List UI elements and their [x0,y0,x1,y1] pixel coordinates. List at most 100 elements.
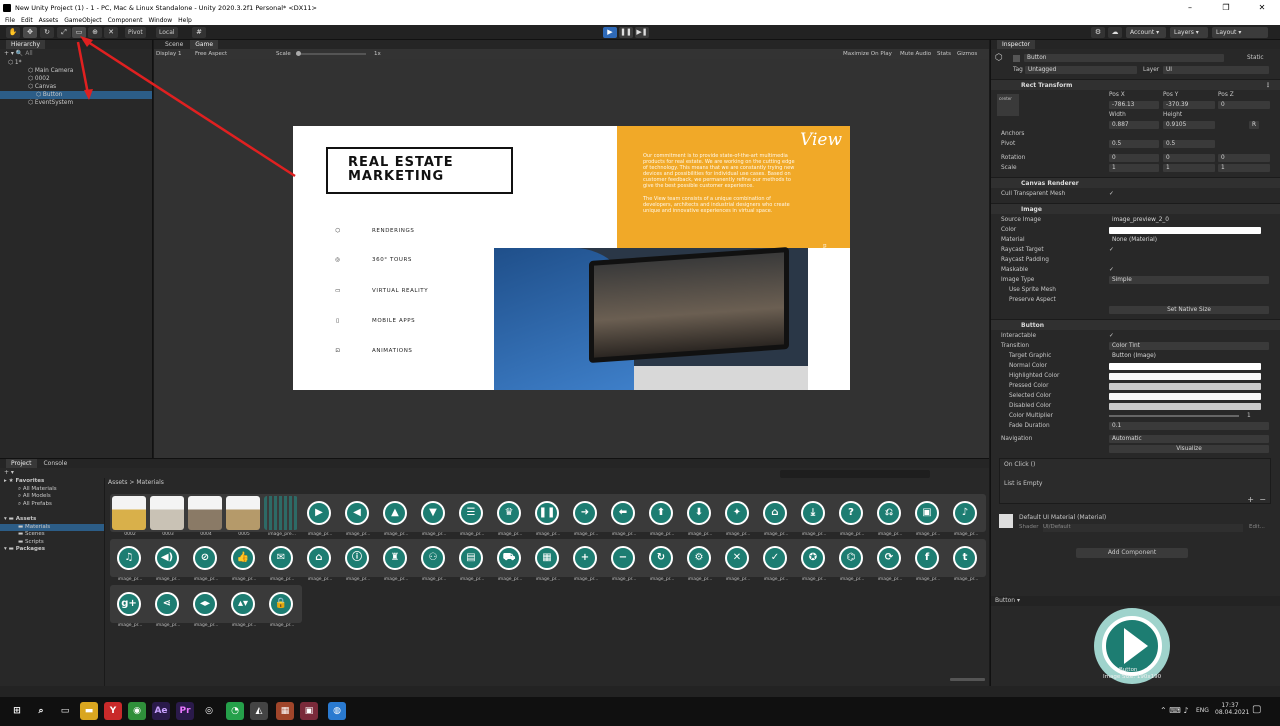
fade-field[interactable]: 0.1 [1109,422,1269,430]
tray-icons[interactable]: ⌃ ⌨ ♪ [1160,706,1188,715]
asset-item[interactable]: ♜ image_pr... [378,541,414,589]
image-component-header[interactable]: Image [991,203,1280,214]
asset-item[interactable]: ▦ image_pr... [530,541,566,589]
asset-item[interactable]: ◂▸ image_pr... [188,587,224,635]
visualize-button[interactable]: Visualize [1109,445,1269,453]
yandex-browser-icon[interactable]: Y [104,702,122,720]
scale-z-field[interactable]: 1 [1218,164,1270,172]
asset-item[interactable]: ⌂ image_pr... [758,496,794,544]
project-tree-item[interactable]: ⌕ All Prefabs [0,501,104,509]
asset-item[interactable]: ? image_pr... [834,496,870,544]
asset-item[interactable]: ⚙ image_pr... [682,541,718,589]
rotation-y-field[interactable]: 0 [1163,154,1215,162]
asset-item[interactable]: 0002 [112,496,148,544]
asset-item[interactable]: ✕ image_pr... [720,541,756,589]
tag-dropdown[interactable]: Untagged [1025,66,1137,74]
pressed-color-swatch[interactable] [1109,383,1261,390]
asset-item[interactable]: ▲ image_pr... [378,496,414,544]
asset-item[interactable]: ✦ image_pr... [720,496,756,544]
scale-x-field[interactable]: 1 [1109,164,1159,172]
asset-item[interactable]: ⌂ image_pr... [302,541,338,589]
shader-dropdown[interactable]: UI/Default [1043,524,1243,532]
asset-item[interactable]: 🔒 image_pr... [264,587,300,635]
asset-item[interactable]: ⬆ image_pr... [644,496,680,544]
button-component-header[interactable]: Button [991,319,1280,330]
project-tree-item[interactable]: ▸ ★ Favorites [0,478,104,486]
asset-item[interactable]: 0003 [150,496,186,544]
asset-item[interactable]: + image_pr... [568,541,604,589]
highlighted-color-swatch[interactable] [1109,373,1261,380]
asset-item[interactable]: image_pre... [264,496,300,544]
start-button-icon[interactable]: ⊞ [8,702,26,720]
shader-edit-button[interactable]: Edit... [1249,524,1265,530]
multiplier-value[interactable]: 1 [1247,411,1251,421]
obs-icon[interactable]: ◎ [200,702,218,720]
target-graphic-field[interactable]: Button (Image) [1109,352,1259,360]
app-icon[interactable]: ▦ [276,702,294,720]
asset-item[interactable]: g+ image_pr... [112,587,148,635]
asset-item[interactable]: ▣ image_pr... [910,496,946,544]
asset-item[interactable]: − image_pr... [606,541,642,589]
remove-event-button[interactable]: − [1259,495,1266,504]
project-tree-item[interactable]: ⌕ All Materials [0,486,104,494]
layer-dropdown[interactable]: UI [1163,66,1269,74]
color-swatch[interactable] [1109,227,1261,234]
static-toggle[interactable]: Static [1247,53,1264,63]
rotation-x-field[interactable]: 0 [1109,154,1159,162]
raycast-checkbox[interactable]: ✓ [1109,245,1114,255]
raw-edit-button[interactable]: R [1249,121,1259,129]
project-tree-item[interactable]: ▬ Scenes [0,531,104,539]
after-effects-icon[interactable]: Ae [152,702,170,720]
asset-item[interactable]: ❚❚ image_pr... [530,496,566,544]
preview-header[interactable]: Button ▾ [991,596,1280,606]
clock[interactable]: 17:37 08.04.2021 [1215,702,1249,716]
asset-item[interactable]: f image_pr... [910,541,946,589]
asset-item[interactable]: ♛ image_pr... [492,496,528,544]
pivot-y-field[interactable]: 0.5 [1163,140,1215,148]
tab-console[interactable]: Console [38,459,72,468]
cull-checkbox[interactable]: ✓ [1109,189,1114,199]
notification-icon[interactable]: ▢ [1252,704,1261,715]
premiere-icon[interactable]: Pr [176,702,194,720]
image-type-dropdown[interactable]: Simple [1109,276,1269,284]
file-explorer-icon[interactable]: ▬ [80,702,98,720]
anchors-row[interactable]: Anchors [991,129,1280,139]
asset-item[interactable]: ⬇ image_pr... [682,496,718,544]
normal-color-swatch[interactable] [1109,363,1261,370]
transition-dropdown[interactable]: Color Tint [1109,342,1269,350]
app2-icon[interactable]: ▣ [300,702,318,720]
project-tree-item[interactable]: ⌕ All Models [0,493,104,501]
asset-item[interactable]: ✪ image_pr... [796,541,832,589]
height-field[interactable]: 0.9105 [1163,121,1215,129]
tab-inspector[interactable]: Inspector [997,40,1035,49]
project-search-input[interactable] [780,470,930,478]
width-field[interactable]: 0.887 [1109,121,1159,129]
asset-item[interactable]: ▤ image_pr... [454,541,490,589]
project-tree-item[interactable]: ▬ Scripts [0,539,104,547]
asset-item[interactable]: ⎌ image_pr... [872,496,908,544]
asset-item[interactable]: ☰ image_pr... [454,496,490,544]
asset-item[interactable]: ♫ image_pr... [112,541,148,589]
asset-item[interactable]: ⚇ image_pr... [416,541,452,589]
asset-item[interactable]: ♪ image_pr... [948,496,984,544]
asset-item[interactable]: 0004 [188,496,224,544]
whatsapp-icon[interactable]: ◔ [226,702,244,720]
posy-field[interactable]: -370.39 [1163,101,1215,109]
navigation-dropdown[interactable]: Automatic [1109,435,1269,443]
asset-item[interactable]: 0005 [226,496,262,544]
asset-item[interactable]: t image_pr... [948,541,984,589]
scale-y-field[interactable]: 1 [1163,164,1215,172]
asset-size-slider[interactable] [950,678,985,681]
object-name-field[interactable]: Button [1024,54,1224,62]
tab-project[interactable]: Project [6,459,37,468]
asset-item[interactable]: ⬅ image_pr... [606,496,642,544]
maskable-checkbox[interactable]: ✓ [1109,265,1114,275]
task-view-icon[interactable]: ▭ [56,702,74,720]
language-indicator[interactable]: ENG [1196,707,1209,714]
canvas-renderer-header[interactable]: Canvas Renderer [991,177,1280,188]
interactable-checkbox[interactable]: ✓ [1109,331,1114,341]
asset-item[interactable]: ⟳ image_pr... [872,541,908,589]
asset-item[interactable]: ➜ image_pr... [568,496,604,544]
active-checkbox[interactable] [1013,55,1020,62]
asset-item[interactable]: ✉ image_pr... [264,541,300,589]
